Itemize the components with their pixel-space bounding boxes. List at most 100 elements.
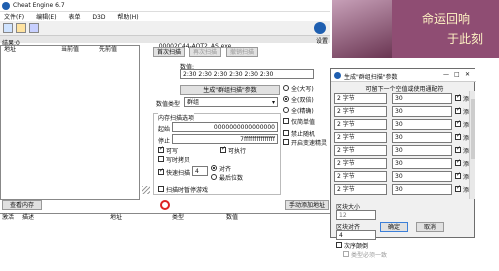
results-col-current[interactable]: 当前值 [61,46,79,54]
stop-address-input[interactable]: 7fffffffffffffff [172,134,278,144]
option-radio-2[interactable] [283,96,289,102]
open-file-icon[interactable] [16,23,26,33]
dialog-title-bar: 生成"群组扫描"参数 — □ ✕ [331,69,476,82]
addr-col-type[interactable]: 类型 [172,214,184,222]
maximize-icon[interactable]: □ [454,71,460,78]
undo-scan-button[interactable]: 撤销扫描 [226,47,258,57]
row-type-select[interactable]: 2 字节 [334,158,387,169]
row-value-input[interactable]: 30 [392,171,452,182]
window-title: Cheat Engine 6.7 [13,2,65,9]
menu-file[interactable]: 文件(F) [4,14,24,21]
scan-value-input[interactable]: 2:30 2:30 2:30 2:30 2:30 2:30 [180,69,314,79]
memory-scan-options-panel: 内存扫描选项 起始 0000000000000000 停止 7fffffffff… [153,113,281,195]
option-radio-1[interactable] [283,85,289,91]
row-type-select[interactable]: 2 字节 [334,106,387,117]
option-label-2: 全(双倍) [291,97,314,104]
last-digits-radio[interactable] [211,174,217,180]
group-row: 2 字节 30 添加 [334,144,475,157]
menu-table[interactable]: 表单 [68,14,80,21]
stop-clear-icon[interactable] [160,200,170,210]
row-type-select[interactable]: 2 字节 [334,119,387,130]
copy-on-write-checkbox[interactable] [158,156,164,162]
row-add-checkbox[interactable] [455,171,461,179]
block-align-input[interactable]: 4 [336,230,376,240]
open-process-icon[interactable] [3,23,13,33]
row-type-select[interactable]: 2 字节 [334,184,387,195]
row-type-select[interactable]: 2 字节 [334,171,387,182]
writable-label: 可写 [166,148,179,155]
row-value-input[interactable]: 30 [392,119,452,130]
manual-add-address-button[interactable]: 手动添加地址 [285,200,329,210]
row-type-select[interactable]: 2 字节 [334,132,387,143]
next-scan-button[interactable]: 再次扫描 [189,47,221,57]
start-address-input[interactable]: 0000000000000000 [172,122,278,132]
row-add-checkbox[interactable] [455,145,461,153]
out-of-order-label: 次序颠倒 [344,243,369,250]
executable-checkbox[interactable] [220,145,226,153]
first-scan-button[interactable]: 首次扫描 [153,47,185,57]
type-must-match-label: 类型必须一致 [351,252,388,259]
writable-checkbox[interactable] [158,145,164,153]
row-value-input[interactable]: 30 [392,106,452,117]
addr-col-value[interactable]: 数值 [226,214,238,222]
minimize-icon[interactable]: — [443,71,449,78]
out-of-order-checkbox[interactable] [336,242,342,248]
row-add-checkbox[interactable] [455,119,461,127]
row-value-input[interactable]: 30 [392,184,452,195]
row-add-checkbox[interactable] [455,106,461,114]
row-type-select[interactable]: 2 字节 [334,145,387,156]
value-type-select[interactable]: 群组 ▾ [184,97,278,107]
fast-scan-value-input[interactable]: 4 [192,166,208,176]
row-add-checkbox[interactable] [455,158,461,166]
row-value-input[interactable]: 30 [392,132,452,143]
speedhack-checkbox[interactable] [283,139,289,145]
menu-edit[interactable]: 编辑(E) [36,14,56,21]
cheat-engine-logo-icon [2,2,10,10]
results-col-previous[interactable]: 先前值 [99,46,117,54]
row-value-input[interactable]: 30 [392,93,452,104]
menu-help[interactable]: 帮助(H) [117,14,138,21]
no-random-checkbox[interactable] [283,130,289,136]
close-icon[interactable]: ✕ [465,71,470,78]
simple-values-checkbox[interactable] [283,118,289,124]
row-add-checkbox[interactable] [455,184,461,192]
addr-col-description[interactable]: 描述 [22,214,34,222]
save-icon[interactable] [29,23,39,33]
resize-grip-icon[interactable] [142,186,150,194]
address-list[interactable]: 激活 描述 地址 类型 数值 [0,213,330,271]
dialog-ok-button[interactable]: 确定 [380,222,408,232]
results-col-address[interactable]: 地址 [4,46,16,54]
stop-label: 停止 [158,138,171,145]
dialog-scrollbar[interactable] [469,91,475,199]
row-add-checkbox[interactable] [455,93,461,101]
group-row: 2 字节 30 添加 [334,157,475,170]
fast-scan-checkbox[interactable] [158,167,164,175]
group-row: 2 字节 30 添加 [334,118,475,131]
type-must-match-checkbox[interactable] [343,251,349,257]
row-value-input[interactable]: 30 [392,158,452,169]
align-radio[interactable] [211,165,217,171]
dialog-cancel-button[interactable]: 取消 [416,222,444,232]
scrollbar-thumb[interactable] [471,99,475,159]
addr-col-address[interactable]: 地址 [110,214,122,222]
dialog-header-hint: 可留下一个空值或使用通配符 [365,86,444,93]
view-memory-button[interactable]: 查看内存 [2,200,42,210]
menu-d3d[interactable]: D3D [92,14,105,21]
start-label: 起始 [158,126,171,133]
banner-subline: 于此刻 [447,32,484,46]
group-row: 2 字节 30 添加 [334,183,475,196]
row-value-input[interactable]: 30 [392,145,452,156]
pause-game-checkbox[interactable] [158,186,164,192]
fast-scan-label: 快速扫描 [166,170,191,177]
block-size-input[interactable]: 12 [336,210,376,220]
settings-label[interactable]: 设置 [316,36,328,45]
row-type-select[interactable]: 2 字节 [334,93,387,104]
row-add-checkbox[interactable] [455,132,461,140]
addr-col-active[interactable]: 激活 [2,214,14,222]
option-radio-3[interactable] [283,107,289,113]
value-type-selected: 群组 [187,99,200,106]
scan-results-list[interactable]: 地址 当前值 先前值 [0,45,140,200]
generate-group-params-button[interactable]: 生成"群组扫描"参数 [180,85,280,95]
dialog-logo-icon [334,72,341,79]
ce-settings-logo-icon[interactable] [314,22,326,34]
